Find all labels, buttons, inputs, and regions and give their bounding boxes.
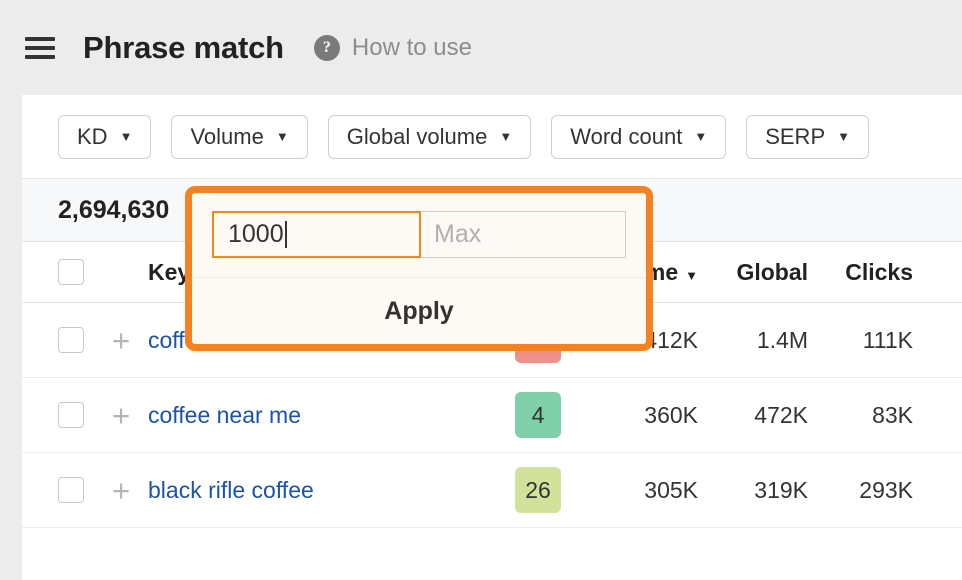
- clicks-value: 83K: [808, 402, 913, 429]
- clicks-value: 293K: [808, 477, 913, 504]
- filter-volume-label: Volume: [190, 124, 263, 150]
- filter-word-count-label: Word count: [570, 124, 682, 150]
- kd-cell: 26: [498, 467, 578, 513]
- kd-cell: 4: [498, 392, 578, 438]
- filter-word-count-button[interactable]: Word count ▼: [551, 115, 726, 159]
- filter-kd-label: KD: [77, 124, 108, 150]
- how-to-use-link[interactable]: ? How to use: [314, 34, 472, 62]
- filter-serp-button[interactable]: SERP ▼: [746, 115, 869, 159]
- chevron-down-icon: ▼: [694, 130, 707, 143]
- page-title: Phrase match: [83, 30, 284, 66]
- apply-button[interactable]: Apply: [192, 278, 646, 344]
- text-cursor: [285, 221, 287, 248]
- volume-value: 360K: [578, 402, 698, 429]
- sort-descending-icon: ▼: [685, 268, 698, 283]
- plus-icon[interactable]: +: [104, 325, 138, 356]
- filter-volume-button[interactable]: Volume ▼: [171, 115, 307, 159]
- table-row: + coffee near me 4 360K 472K 83K: [22, 378, 962, 453]
- kd-badge: 26: [515, 467, 561, 513]
- chevron-down-icon: ▼: [276, 130, 289, 143]
- filter-global-volume-label: Global volume: [347, 124, 488, 150]
- global-value: 472K: [698, 402, 808, 429]
- question-mark-icon: ?: [314, 35, 340, 61]
- keyword-link[interactable]: coffee near me: [148, 402, 498, 429]
- clicks-value: 111K: [808, 327, 913, 354]
- hamburger-line: [25, 55, 55, 59]
- chevron-down-icon: ▼: [837, 130, 850, 143]
- keyword-link[interactable]: black rifle coffee: [148, 477, 498, 504]
- filter-kd-button[interactable]: KD ▼: [58, 115, 151, 159]
- filter-global-volume-button[interactable]: Global volume ▼: [328, 115, 532, 159]
- chevron-down-icon: ▼: [499, 130, 512, 143]
- chevron-down-icon: ▼: [120, 130, 133, 143]
- plus-icon[interactable]: +: [104, 475, 138, 506]
- max-volume-placeholder: Max: [434, 220, 481, 249]
- range-inputs: 1000 Max: [192, 193, 646, 258]
- volume-value: 305K: [578, 477, 698, 504]
- hamburger-line: [25, 46, 55, 50]
- how-to-use-label: How to use: [352, 34, 472, 62]
- column-header-clicks[interactable]: Clicks: [808, 259, 913, 286]
- min-volume-input[interactable]: 1000: [212, 211, 421, 258]
- filter-toolbar: KD ▼ Volume ▼ Global volume ▼ Word count…: [22, 95, 962, 178]
- select-all-checkbox[interactable]: [58, 259, 84, 285]
- row-checkbox[interactable]: [58, 402, 84, 428]
- table-row: + black rifle coffee 26 305K 319K 293K: [22, 453, 962, 528]
- plus-icon[interactable]: +: [104, 400, 138, 431]
- max-volume-input[interactable]: Max: [420, 211, 626, 258]
- global-value: 319K: [698, 477, 808, 504]
- hamburger-icon[interactable]: [25, 37, 55, 59]
- row-checkbox[interactable]: [58, 327, 84, 353]
- results-count: 2,694,630: [58, 196, 169, 225]
- app-header: Phrase match ? How to use: [0, 0, 962, 95]
- global-value: 1.4M: [698, 327, 808, 354]
- column-header-global[interactable]: Global: [698, 259, 808, 286]
- hamburger-line: [25, 37, 55, 41]
- kd-badge: 4: [515, 392, 561, 438]
- volume-filter-dropdown: 1000 Max Apply: [192, 193, 646, 344]
- filter-serp-label: SERP: [765, 124, 825, 150]
- row-checkbox[interactable]: [58, 477, 84, 503]
- min-volume-value: 1000: [228, 220, 284, 249]
